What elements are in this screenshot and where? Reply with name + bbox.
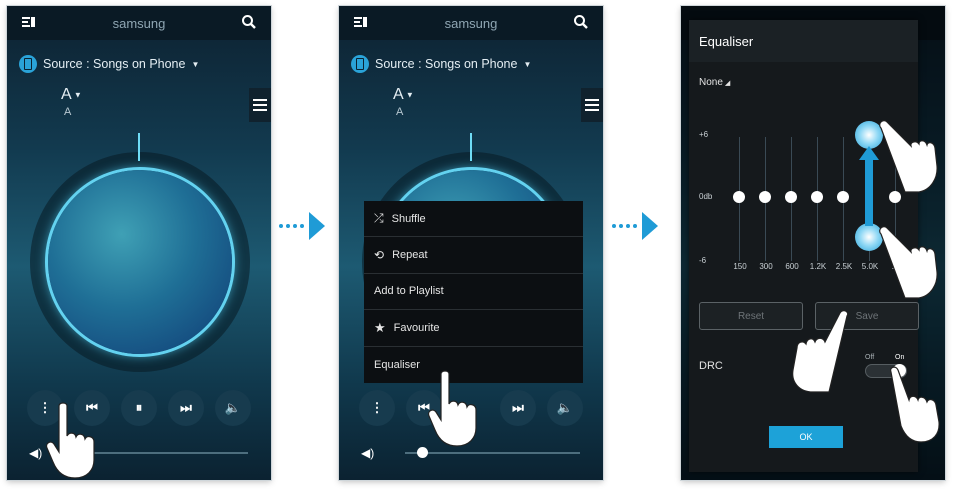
volume-icon[interactable]: ◀) bbox=[29, 446, 42, 460]
top-bar: samsung bbox=[339, 6, 603, 40]
eq-knob-150[interactable] bbox=[733, 191, 745, 203]
disc-needle bbox=[138, 133, 140, 161]
ok-button[interactable]: OK bbox=[769, 426, 843, 448]
menu-icon[interactable] bbox=[581, 88, 603, 122]
drc-on-label: On bbox=[895, 354, 905, 361]
flow-arrow-icon bbox=[279, 212, 325, 240]
y-label-min: -6 bbox=[699, 256, 707, 265]
menu-item-add-to-playlist[interactable]: Add to Playlist bbox=[364, 274, 583, 311]
disc-needle bbox=[470, 133, 472, 161]
top-bar: samsung bbox=[7, 6, 271, 40]
artist-name[interactable]: A ▼ bbox=[393, 86, 414, 104]
band-label-600: 600 bbox=[785, 262, 799, 271]
speaker-output-button[interactable]: 🔈 bbox=[547, 390, 583, 426]
eq-knob-2.5k[interactable] bbox=[837, 191, 849, 203]
eq-knob-300[interactable] bbox=[759, 191, 771, 203]
source-selector[interactable]: Source : Songs on Phone ▼ bbox=[19, 55, 199, 73]
more-options-button[interactable]: ⋮ bbox=[359, 390, 395, 426]
drag-up-arrow-icon bbox=[859, 146, 879, 226]
tap-hand-icon bbox=[46, 402, 95, 479]
dialog-title: Equaliser bbox=[689, 20, 918, 62]
source-label: Source : Songs on Phone bbox=[375, 57, 518, 71]
equaliser-screen: samsung Equaliser None ◢ +6 0db -6 150 3… bbox=[681, 6, 945, 480]
player-screen-menu: samsung Source : Songs on Phone ▼ A ▼ A ⋮… bbox=[339, 6, 603, 480]
album-art-disc bbox=[48, 170, 232, 354]
reset-button[interactable]: Reset bbox=[699, 302, 803, 330]
artist-name[interactable]: A ▼ bbox=[61, 86, 82, 104]
tap-hand-icon bbox=[890, 366, 940, 443]
next-button[interactable]: ⏭ bbox=[168, 390, 204, 426]
app-title: samsung bbox=[444, 16, 498, 31]
album-name: A bbox=[396, 106, 404, 118]
y-label-max: +6 bbox=[699, 130, 709, 139]
flow-arrow-icon bbox=[612, 212, 658, 240]
search-icon[interactable] bbox=[241, 14, 257, 30]
shuffle-icon: ⤮ bbox=[374, 211, 384, 226]
star-icon: ★ bbox=[374, 319, 386, 335]
app-title: samsung bbox=[112, 16, 166, 31]
band-label-150: 150 bbox=[733, 262, 747, 271]
preset-dropdown[interactable]: None ◢ bbox=[699, 77, 730, 88]
next-button[interactable]: ⏭ bbox=[500, 390, 536, 426]
player-screen: samsung Source : Songs on Phone ▼ A ▼ A ⋮… bbox=[7, 6, 271, 480]
phone-icon bbox=[351, 55, 369, 73]
eq-knob-600[interactable] bbox=[785, 191, 797, 203]
band-label-300: 300 bbox=[759, 262, 773, 271]
menu-item-favourite[interactable]: ★ Favourite bbox=[364, 310, 583, 347]
volume-slider[interactable] bbox=[405, 452, 580, 454]
pause-button[interactable]: ⏸ bbox=[121, 390, 157, 426]
volume-knob[interactable] bbox=[417, 447, 428, 458]
drc-label: DRC bbox=[699, 360, 723, 372]
band-label-2.5k: 2.5K bbox=[835, 262, 853, 271]
menu-icon[interactable] bbox=[249, 88, 271, 122]
band-label-1.2k: 1.2K bbox=[809, 262, 827, 271]
tap-hand-icon bbox=[879, 120, 938, 193]
menu-item-shuffle[interactable]: ⤮ Shuffle bbox=[364, 201, 583, 238]
volume-icon[interactable]: ◀) bbox=[361, 446, 374, 460]
context-menu: ⤮ Shuffle ⟲ Repeat Add to Playlist ★ Favour… bbox=[364, 201, 583, 383]
eq-knob-1.2k[interactable] bbox=[811, 191, 823, 203]
search-icon[interactable] bbox=[573, 14, 589, 30]
tap-hand-icon bbox=[428, 370, 477, 447]
speaker-output-button[interactable]: 🔈 bbox=[215, 390, 251, 426]
repeat-icon: ⟲ bbox=[374, 248, 385, 263]
source-label: Source : Songs on Phone bbox=[43, 57, 186, 71]
phone-icon bbox=[19, 55, 37, 73]
y-label-zero: 0db bbox=[699, 192, 713, 201]
tap-hand-icon bbox=[792, 310, 849, 393]
tap-hand-icon bbox=[879, 226, 938, 299]
source-selector[interactable]: Source : Songs on Phone ▼ bbox=[351, 55, 531, 73]
album-name: A bbox=[64, 106, 72, 118]
drc-off-label: Off bbox=[865, 354, 875, 361]
menu-item-repeat[interactable]: ⟲ Repeat bbox=[364, 237, 583, 274]
